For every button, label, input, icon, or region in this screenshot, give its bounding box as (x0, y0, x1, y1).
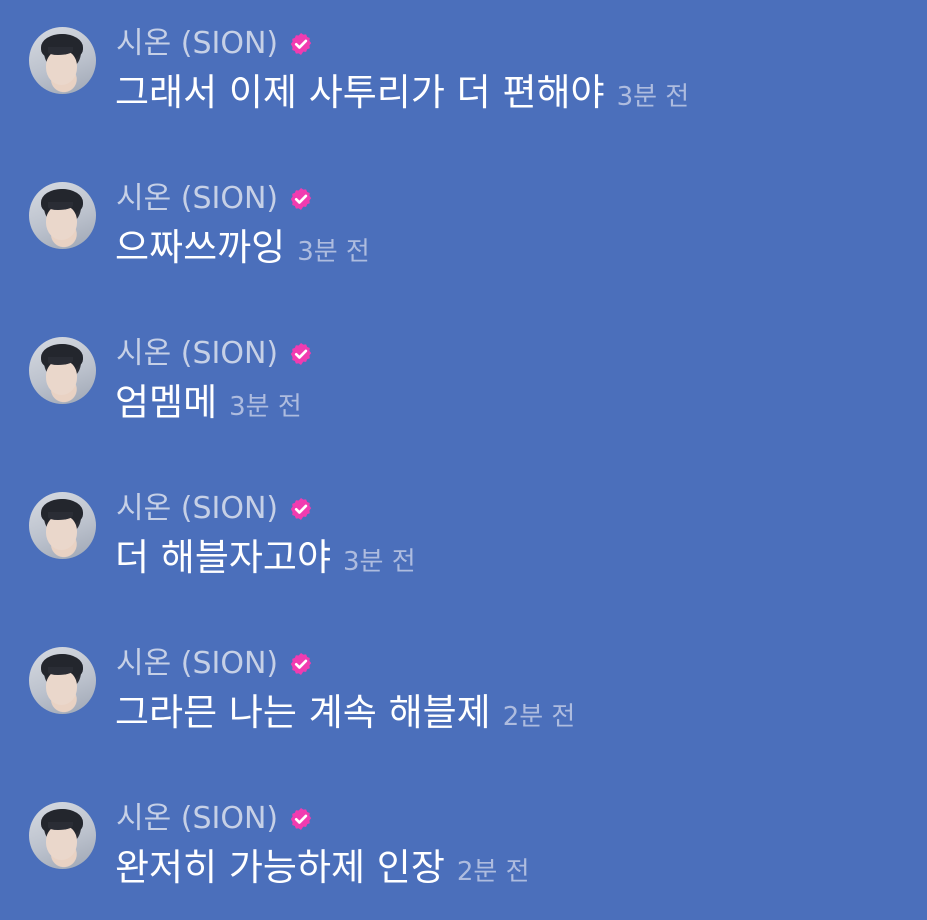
message-item: 시온 (SION) 엄멤메 3분 전 (0, 336, 927, 455)
message-text: 그라믄 나는 계속 해블제 (115, 691, 491, 734)
message-time: 2분 전 (502, 702, 576, 732)
verified-badge-icon (290, 342, 312, 366)
avatar[interactable] (29, 492, 96, 559)
message-item: 시온 (SION) 그라믄 나는 계속 해블제 2분 전 (0, 646, 927, 765)
avatar[interactable] (29, 802, 96, 869)
message-content: 엄멤메 3분 전 (115, 378, 302, 428)
message-text: 그래서 이제 사투리가 더 편해야 (115, 71, 605, 114)
author-name[interactable]: 시온 (SION) (116, 179, 278, 219)
message-content: 더 해블자고야 3분 전 (115, 533, 416, 583)
message-content: 으짜쓰까잉 3분 전 (115, 223, 370, 273)
message-text: 엄멤메 (115, 381, 218, 424)
message-content: 그라믄 나는 계속 해블제 2분 전 (115, 688, 575, 738)
message-time: 3분 전 (229, 392, 302, 422)
verified-badge-icon (290, 32, 312, 56)
avatar-face-icon (46, 49, 78, 85)
message-item: 시온 (SION) 완저히 가능하제 인장 2분 전 (0, 801, 927, 920)
verified-badge-icon (290, 187, 312, 211)
message-header: 시온 (SION) (116, 644, 314, 684)
author-name[interactable]: 시온 (SION) (116, 489, 278, 529)
message-feed: 시온 (SION) 그래서 이제 사투리가 더 편해야 3분 전 시온 (SIO… (0, 0, 927, 908)
message-header: 시온 (SION) (116, 799, 314, 839)
message-header: 시온 (SION) (116, 489, 314, 529)
message-text: 완저히 가능하제 인장 (115, 846, 445, 889)
avatar-face-icon (46, 204, 78, 240)
message-item: 시온 (SION) 으짜쓰까잉 3분 전 (0, 181, 927, 300)
verified-badge-icon (290, 807, 312, 831)
message-content: 완저히 가능하제 인장 2분 전 (115, 843, 530, 893)
message-item: 시온 (SION) 그래서 이제 사투리가 더 편해야 3분 전 (0, 26, 927, 145)
author-name[interactable]: 시온 (SION) (116, 334, 278, 374)
message-header: 시온 (SION) (116, 179, 314, 219)
verified-badge-icon (290, 497, 312, 521)
message-item: 시온 (SION) 더 해블자고야 3분 전 (0, 491, 927, 610)
message-time: 2분 전 (456, 857, 530, 887)
avatar-face-icon (46, 669, 78, 705)
message-header: 시온 (SION) (116, 334, 314, 374)
avatar-face-icon (46, 359, 78, 395)
message-time: 3분 전 (297, 237, 370, 267)
message-text: 더 해블자고야 (115, 536, 332, 579)
message-text: 으짜쓰까잉 (115, 226, 286, 269)
avatar-face-icon (46, 514, 78, 550)
message-time: 3분 전 (616, 82, 690, 112)
author-name[interactable]: 시온 (SION) (116, 644, 278, 684)
avatar[interactable] (29, 647, 96, 714)
author-name[interactable]: 시온 (SION) (116, 24, 278, 64)
message-time: 3분 전 (343, 547, 416, 577)
message-header: 시온 (SION) (116, 24, 314, 64)
avatar[interactable] (29, 337, 96, 404)
avatar-face-icon (46, 824, 78, 860)
avatar[interactable] (29, 182, 96, 249)
message-content: 그래서 이제 사투리가 더 편해야 3분 전 (115, 68, 689, 118)
avatar[interactable] (29, 27, 96, 94)
author-name[interactable]: 시온 (SION) (116, 799, 278, 839)
verified-badge-icon (290, 652, 312, 676)
